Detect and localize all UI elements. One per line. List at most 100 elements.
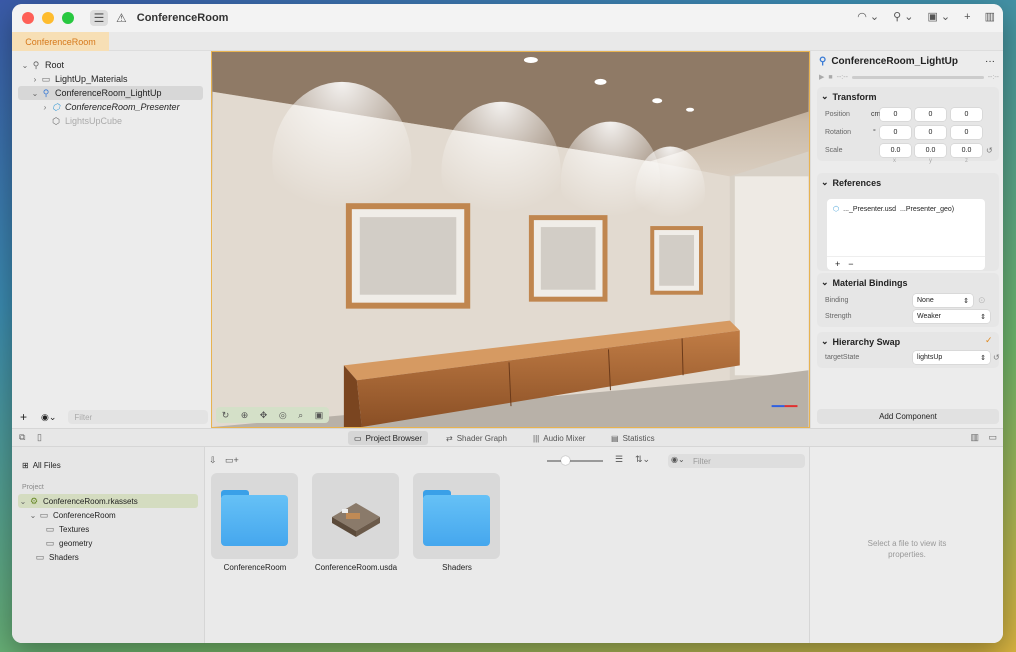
person-icon[interactable]: ⚲ ⌄	[893, 10, 913, 23]
rotation-label: Rotation	[825, 129, 852, 136]
tree-item-root[interactable]: ⌄ ⚲ Root	[20, 58, 64, 72]
entity-icon: ⚲	[32, 59, 40, 70]
tab-shader-graph[interactable]: ⇄ Shader Graph	[440, 431, 513, 445]
sort-icon[interactable]: ⇅⌄	[635, 454, 650, 465]
add-reference-button[interactable]: +	[835, 259, 840, 269]
binding-popup[interactable]: None ⇕	[913, 294, 973, 307]
sidebar-icon[interactable]: ▯	[37, 432, 42, 443]
entity-icon: ⚲	[819, 56, 827, 67]
folder-icon: ▭	[41, 73, 51, 84]
chevron-down-icon[interactable]: ⌄	[821, 177, 829, 188]
chevron-down-icon[interactable]: ⌄	[30, 89, 40, 98]
file-tile-usda[interactable]	[312, 473, 399, 559]
position-z-field[interactable]: 0	[951, 108, 982, 121]
chevron-down-icon[interactable]: ⌄	[28, 511, 38, 520]
inspector-toggle-icon[interactable]: ▥	[985, 10, 995, 23]
ceiling-light	[686, 107, 695, 112]
list-view-icon[interactable]: ☰	[615, 454, 623, 465]
camera-icon[interactable]: ▣	[315, 410, 324, 421]
add-entity-button[interactable]: +	[20, 410, 27, 424]
reset-icon[interactable]: ↺	[993, 353, 1000, 362]
file-tile-conferenceroom[interactable]	[211, 473, 298, 559]
more-icon[interactable]: ···	[985, 56, 995, 67]
filter-options-icon[interactable]: ◉⌄	[41, 412, 56, 423]
inspector-header: ⚲ ConferenceRoom_LightUp	[819, 56, 958, 67]
chevron-down-icon[interactable]: ⌄	[821, 336, 829, 347]
tree-item-lightsupcube[interactable]: ⬡ LightsUpCube	[50, 114, 122, 128]
file-tile-shaders[interactable]	[413, 473, 500, 559]
filter-options-icon[interactable]: ◉⌄	[671, 455, 685, 464]
camera-icon[interactable]: ▣ ⌄	[927, 10, 950, 23]
inspector-toggle-icon[interactable]: ▥	[970, 432, 979, 443]
play-icon[interactable]: ▶	[819, 73, 824, 81]
animation-scrubber[interactable]	[851, 75, 984, 79]
reference-prim: ...Presenter_geo)	[900, 205, 955, 213]
document-tab-strip: ConferenceRoom	[12, 32, 1003, 51]
rotation-z-field[interactable]: 0	[951, 126, 982, 139]
scale-y-field[interactable]: 0.0	[915, 144, 946, 157]
strength-popup[interactable]: Weaker ⇕	[913, 310, 990, 323]
pan-icon[interactable]: ✥	[260, 410, 268, 421]
orbit-icon[interactable]: ↻	[222, 410, 230, 421]
chevron-down-icon[interactable]: ⌄	[20, 61, 30, 70]
target-state-popup[interactable]: lightsUp ⇕	[913, 351, 990, 364]
reset-icon[interactable]: ↺	[986, 146, 993, 155]
chevron-down-icon[interactable]: ⌄	[821, 91, 829, 102]
position-y-field[interactable]: 0	[915, 108, 946, 121]
material-bindings-header[interactable]: ⌄ Material Bindings	[821, 277, 908, 288]
hierarchy-swap-header[interactable]: ⌄ Hierarchy Swap	[821, 336, 900, 347]
chevron-down-icon[interactable]: ⌄	[821, 277, 829, 288]
tree-item-rkassets[interactable]: ⌄ ⚙ ConferenceRoom.rkassets	[18, 494, 198, 508]
slider-knob[interactable]	[561, 456, 570, 465]
list-icon[interactable]: ☰	[90, 10, 108, 26]
tree-item-shaders[interactable]: ▭ Shaders	[34, 550, 79, 564]
transform-header[interactable]: ⌄ Transform	[821, 91, 877, 102]
tree-item-conferenceroom[interactable]: ⌄ ▭ ConferenceRoom	[28, 508, 116, 522]
zoom-window-button[interactable]	[62, 12, 74, 24]
tab-statistics[interactable]: ▤ Statistics	[605, 431, 661, 445]
info-icon[interactable]: ⊙	[978, 295, 986, 306]
file-name: Shaders	[442, 563, 472, 572]
minimize-window-button[interactable]	[42, 12, 54, 24]
browser-filter-input[interactable]: Filter	[668, 454, 805, 468]
bottom-panel-icon[interactable]: ▭	[988, 432, 997, 443]
frame-icon[interactable]: ◎	[279, 410, 287, 421]
new-folder-icon[interactable]: ▭+	[225, 455, 239, 466]
warning-icon[interactable]: ⚠	[116, 11, 127, 25]
scale-z-field[interactable]: 0.0	[951, 144, 982, 157]
tree-item-textures[interactable]: ▭ Textures	[44, 522, 90, 536]
rotation-y-field[interactable]: 0	[915, 126, 946, 139]
document-tab[interactable]: ConferenceRoom	[12, 32, 109, 51]
chevron-right-icon[interactable]: ›	[30, 75, 40, 84]
tab-project-browser[interactable]: ▭ Project Browser	[348, 431, 429, 445]
zoom-icon[interactable]: ⌕	[298, 410, 303, 421]
headset-icon[interactable]: ◠ ⌄	[857, 10, 879, 23]
scene-viewport[interactable]: ↻ ⊕ ✥ ◎ ⌕ ▣	[211, 51, 810, 428]
updown-chevron-icon: ⇕	[980, 354, 986, 362]
remove-reference-button[interactable]: −	[848, 259, 853, 269]
references-header[interactable]: ⌄ References	[821, 177, 881, 188]
position-x-field[interactable]: 0	[880, 108, 911, 121]
windows-icon[interactable]: ⧉	[19, 432, 25, 443]
reference-item[interactable]: ⬡ ..._Presenter.usd ...Presenter_geo)	[833, 205, 955, 214]
all-files-item[interactable]: ⊞ All Files	[22, 461, 61, 470]
move-icon[interactable]: ⊕	[241, 410, 249, 421]
import-icon[interactable]: ⇩	[209, 455, 217, 466]
chevron-right-icon[interactable]: ›	[40, 103, 50, 112]
close-window-button[interactable]	[22, 12, 34, 24]
thumbnail-size-slider[interactable]	[547, 460, 603, 462]
outline-filter-input[interactable]: Filter	[68, 410, 209, 424]
scale-x-field[interactable]: 0.0	[880, 144, 911, 157]
tree-item-presenter[interactable]: › ⬡ ConferenceRoom_Presenter	[40, 100, 180, 114]
tree-item-conferenceroom-lightup[interactable]: ⌄ ⚲ ConferenceRoom_LightUp	[18, 86, 203, 100]
checkmark-circle-icon[interactable]: ✓	[985, 335, 993, 346]
tab-audio-mixer[interactable]: ||| Audio Mixer	[527, 431, 591, 445]
rotation-x-field[interactable]: 0	[880, 126, 911, 139]
tree-item-geometry[interactable]: ▭ geometry	[44, 536, 93, 550]
add-component-button[interactable]: Add Component	[817, 409, 999, 424]
chevron-down-icon[interactable]: ⌄	[18, 497, 28, 506]
tree-item-lightup-materials[interactable]: › ▭ LightUp_Materials	[30, 72, 128, 86]
stop-icon[interactable]: ■	[828, 74, 832, 81]
window-controls	[22, 12, 74, 24]
plus-icon[interactable]: +	[964, 11, 970, 23]
